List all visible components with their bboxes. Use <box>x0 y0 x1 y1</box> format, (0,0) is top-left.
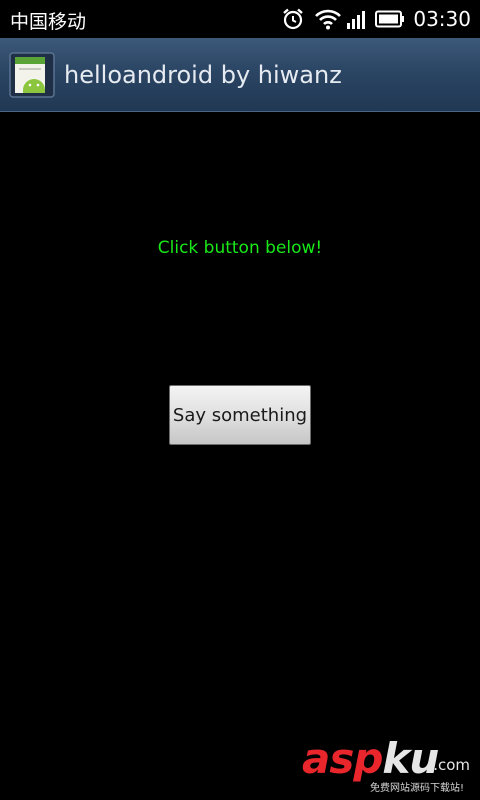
aspku-watermark: aspku .com 免费网站源码下载站! <box>302 734 474 796</box>
alarm-icon <box>281 7 305 31</box>
title-bar: helloandroid by hiwanz <box>0 38 480 112</box>
status-bar: 中国移动 03:30 <box>0 0 480 38</box>
watermark-logo-ku: ku <box>382 734 439 783</box>
battery-icon <box>375 10 405 28</box>
say-something-button[interactable]: Say something <box>169 385 311 445</box>
watermark-tagline: 免费网站源码下载站! <box>369 783 464 794</box>
status-icons: 03:30 <box>281 0 480 38</box>
wifi-icon <box>315 8 342 30</box>
main-content: Click button below! Say something <box>0 112 480 800</box>
app-title: helloandroid by hiwanz <box>64 61 342 89</box>
hint-text: Click button below! <box>157 238 323 258</box>
carrier-name: 中国移动 <box>10 11 87 33</box>
android-app-icon <box>9 52 55 98</box>
watermark-logo: aspku <box>302 734 439 783</box>
status-clock: 03:30 <box>413 7 471 31</box>
signal-icon <box>345 8 367 30</box>
watermark-domain: .com <box>433 756 470 774</box>
watermark-logo-asp: asp <box>302 734 383 783</box>
